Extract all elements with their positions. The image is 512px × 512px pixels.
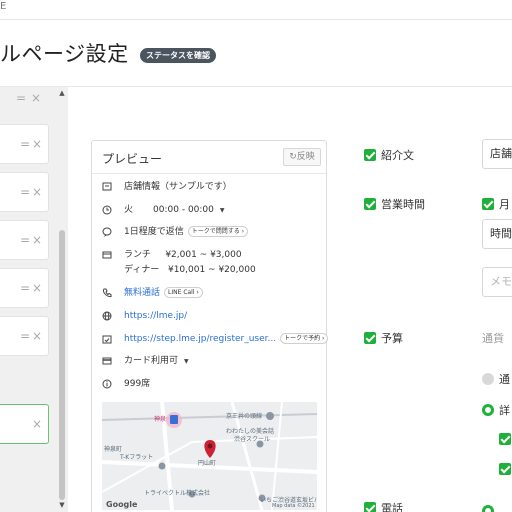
block-card[interactable]: = × <box>0 124 49 164</box>
drag-handle-icon[interactable]: = <box>20 185 30 199</box>
phone-checkbox[interactable] <box>364 502 376 512</box>
block-card[interactable]: = × <box>0 268 49 308</box>
close-icon[interactable]: × <box>32 137 42 151</box>
block-card-selected[interactable]: × <box>0 404 49 444</box>
close-icon[interactable]: × <box>32 233 42 247</box>
chat-bubble-icon <box>102 227 112 237</box>
detail-sub-checkbox[interactable] <box>499 463 511 475</box>
clock-icon <box>102 205 112 215</box>
map[interactable]: 神泉 京王井の頭線 わわたしの美会話 渋谷スクール 神泉町 T-Kフラット 円山… <box>102 402 317 510</box>
drag-handle-icon[interactable]: = <box>16 91 26 105</box>
phone-icon <box>102 288 112 298</box>
budget-checkbox[interactable] <box>364 332 376 344</box>
close-icon[interactable]: × <box>32 185 42 199</box>
introduction-checkbox[interactable] <box>364 149 376 161</box>
business-hours-checkbox[interactable] <box>364 198 376 210</box>
drag-handle-icon[interactable]: = <box>20 233 30 247</box>
scrollbar-thumb[interactable] <box>59 230 65 500</box>
drag-handle-icon[interactable]: = <box>20 137 30 151</box>
preview-panel: プレビュー ↻反映 店舗情報（サンプルです） 火 00:00 - 00:00 ▼ … <box>91 140 329 512</box>
close-icon[interactable]: × <box>32 417 42 431</box>
block-card[interactable]: = × <box>0 172 49 212</box>
phone-label: 電話 <box>381 502 403 512</box>
scroll-up-arrow-icon[interactable]: ▲ <box>57 88 67 98</box>
currency-option-detail-label: 詳 <box>499 404 510 417</box>
currency-option-normal-radio[interactable] <box>482 373 494 385</box>
block-card[interactable]: = × <box>0 316 49 356</box>
hours-note-input[interactable]: メモ <box>482 267 512 297</box>
introduction-field[interactable]: 店舗 <box>482 139 512 169</box>
shop-info-icon <box>102 182 112 191</box>
preview-title: プレビュー <box>102 152 163 166</box>
calendar-check-icon <box>102 335 112 344</box>
scroll-down-arrow-icon[interactable]: ▼ <box>57 500 67 510</box>
talk-booking-chip[interactable]: トークで予約 › <box>280 333 329 344</box>
header-divider <box>0 86 512 87</box>
close-icon[interactable]: × <box>31 91 41 105</box>
credit-card-icon <box>102 357 112 365</box>
top-bar: E <box>0 0 512 20</box>
monday-label: 月 <box>499 198 510 211</box>
drag-handle-icon[interactable]: = <box>20 281 30 295</box>
currency-label: 通貨 <box>482 332 504 345</box>
hours-time-field[interactable]: 時間 <box>482 219 512 249</box>
preview-divider <box>92 173 326 174</box>
wallet-icon <box>102 251 112 259</box>
currency-option-normal-label: 通 <box>499 373 510 386</box>
currency-option-detail-radio[interactable] <box>482 404 494 416</box>
line-call-chip[interactable]: LINE Call › <box>164 287 203 298</box>
page-title: ルページ設定 <box>0 42 129 66</box>
budget-label: 予算 <box>381 332 403 345</box>
reflect-button[interactable]: ↻反映 <box>283 148 321 166</box>
block-card[interactable]: = × <box>0 220 49 260</box>
globe-icon <box>102 311 112 321</box>
talk-inquiry-chip[interactable]: トークで問問する › <box>187 226 249 237</box>
drag-handle-icon[interactable]: = <box>20 329 30 343</box>
close-icon[interactable]: × <box>32 281 42 295</box>
info-icon <box>102 379 112 389</box>
chevron-down-icon[interactable]: ▼ <box>184 358 189 365</box>
refresh-icon: ↻ <box>289 152 297 162</box>
phone-option-radio[interactable] <box>482 505 494 512</box>
business-hours-label: 営業時間 <box>381 198 425 211</box>
introduction-label: 紹介文 <box>381 149 414 162</box>
detail-sub-checkbox[interactable] <box>499 433 511 445</box>
monday-checkbox[interactable] <box>482 198 494 210</box>
chevron-down-icon[interactable]: ▼ <box>220 207 225 214</box>
breadcrumb: E <box>0 1 7 12</box>
status-badge[interactable]: ステータスを確認 <box>140 48 216 63</box>
close-icon[interactable]: × <box>32 329 42 343</box>
